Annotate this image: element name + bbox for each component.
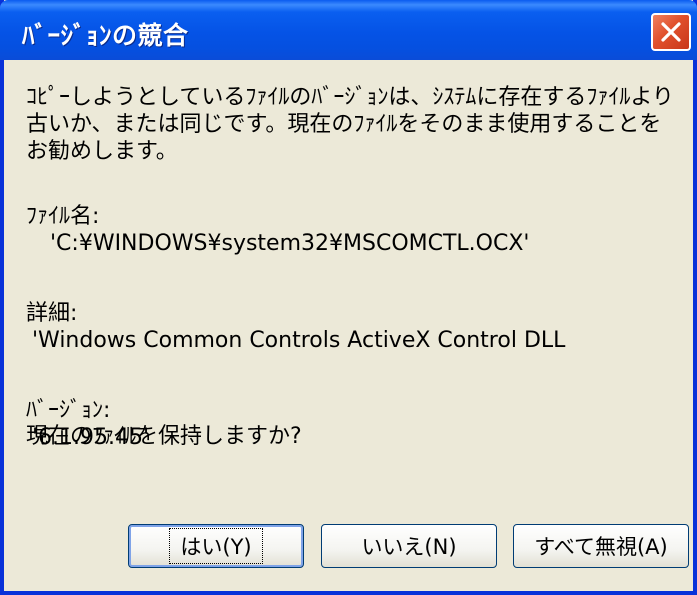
version-conflict-dialog: ﾊﾞｰｼﾞｮﾝの競合 ｺﾋﾟｰしようとしているﾌｧｲﾙのﾊﾞｰｼﾞｮﾝは、ｼｽﾃ… bbox=[0, 0, 697, 595]
file-name-row: ﾌｧｲﾙ名: 'C:¥WINDOWS¥system32¥MSCOMCTL.OCX… bbox=[26, 176, 529, 257]
yes-button-label: はい(Y) bbox=[169, 528, 263, 564]
dialog-message: ｺﾋﾟｰしようとしているﾌｧｲﾙのﾊﾞｰｼﾞｮﾝは、ｼｽﾃﾑに存在するﾌｧｲﾙよ… bbox=[26, 85, 674, 164]
dialog-title: ﾊﾞｰｼﾞｮﾝの競合 bbox=[22, 21, 189, 50]
file-name-value: 'C:¥WINDOWS¥system32¥MSCOMCTL.OCX' bbox=[50, 231, 530, 256]
version-label: ﾊﾞｰｼﾞｮﾝ: bbox=[26, 398, 111, 423]
no-button-label: いいえ(N) bbox=[361, 535, 457, 559]
details-label: 詳細: bbox=[26, 301, 78, 326]
ignore-all-button[interactable]: すべて無視(A) bbox=[513, 524, 689, 568]
ignore-all-button-label: すべて無視(A) bbox=[534, 535, 668, 559]
details-row: 詳細: 'Windows Common Controls ActiveX Con… bbox=[26, 273, 565, 354]
yes-button[interactable]: はい(Y) bbox=[128, 524, 304, 568]
keep-file-question: 現在のﾌｧｲﾙを保持しますか? bbox=[26, 424, 302, 449]
details-value: 'Windows Common Controls ActiveX Control… bbox=[32, 328, 566, 353]
close-button[interactable] bbox=[651, 13, 691, 51]
close-icon bbox=[661, 22, 681, 42]
title-bar[interactable]: ﾊﾞｰｼﾞｮﾝの競合 bbox=[0, 0, 697, 60]
no-button[interactable]: いいえ(N) bbox=[321, 524, 497, 568]
file-name-label: ﾌｧｲﾙ名: bbox=[26, 204, 100, 229]
